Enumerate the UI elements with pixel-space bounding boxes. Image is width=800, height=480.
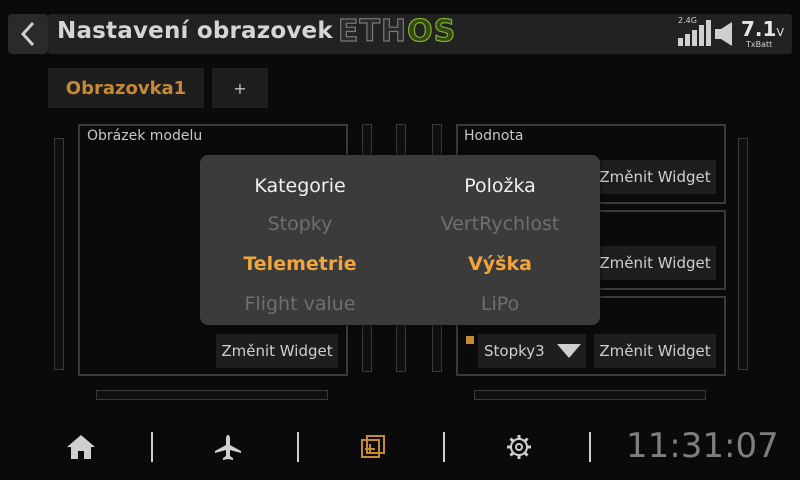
dropdown-arrow-icon [556, 344, 581, 358]
category-header: Kategorie [254, 175, 346, 197]
home-icon[interactable] [66, 434, 96, 460]
widget-picker-dialog: Kategorie Stopky Telemetrie Flight value… [200, 155, 600, 325]
right-outer-bar [738, 138, 748, 370]
right-bottom-bar [474, 390, 706, 400]
change-widget-button[interactable]: Změnit Widget [216, 334, 338, 368]
screens-icon[interactable] [360, 434, 386, 460]
speaker-icon [715, 22, 732, 46]
tab-screen1[interactable]: Obrazovka1 [48, 68, 204, 108]
slot-label: Obrázek modelu [87, 128, 203, 144]
battery-label: TxBatt [746, 40, 773, 49]
timer-select[interactable]: Stopky3 [478, 334, 586, 368]
change-widget-button[interactable]: Změnit Widget [594, 246, 716, 280]
category-option[interactable]: Flight value [200, 293, 400, 315]
change-widget-button[interactable]: Změnit Widget [594, 160, 716, 194]
add-screen-button[interactable]: + [212, 68, 268, 108]
item-header: Položka [464, 175, 536, 197]
timer-select-value: Stopky3 [484, 342, 545, 360]
nav-divider [151, 432, 153, 462]
gear-icon[interactable] [506, 434, 532, 460]
category-option[interactable]: Stopky [200, 213, 400, 235]
slot-label: Hodnota [464, 128, 524, 144]
battery-voltage: 7.1V [741, 17, 784, 41]
item-option-selected[interactable]: Výška [400, 253, 600, 275]
left-bottom-bar [96, 390, 328, 400]
item-option[interactable]: LiPo [400, 293, 600, 315]
nav-divider [443, 432, 445, 462]
page-title: Nastavení obrazovek [57, 18, 333, 44]
clock: 11:31:07 [626, 426, 779, 466]
airplane-icon[interactable] [214, 434, 242, 462]
category-option-selected[interactable]: Telemetrie [200, 253, 400, 275]
change-widget-button[interactable]: Změnit Widget [594, 334, 716, 368]
nav-divider [297, 432, 299, 462]
back-button[interactable] [8, 14, 48, 54]
signal-strength-icon [678, 20, 711, 46]
color-indicator [466, 336, 474, 344]
ethos-logo: ETHOS [337, 13, 457, 49]
nav-divider [589, 432, 591, 462]
item-option[interactable]: VertRychlost [400, 213, 600, 235]
left-outer-bar [54, 138, 64, 370]
chevron-left-icon [20, 21, 35, 47]
